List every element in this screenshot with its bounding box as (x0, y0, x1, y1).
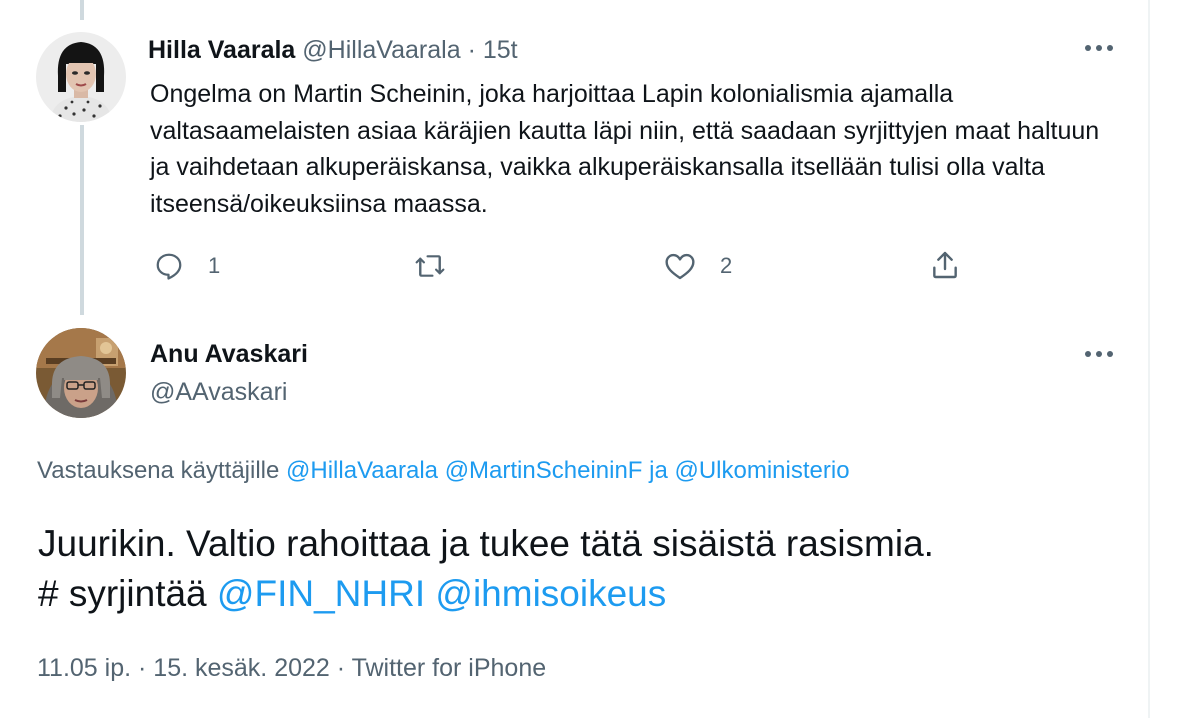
tweet-source: Twitter for iPhone (351, 654, 547, 682)
like-count: 2 (720, 253, 733, 278)
reply-button[interactable]: 1 (154, 251, 220, 281)
replying-to: Vastauksena käyttäjille @HillaVaarala @M… (37, 457, 850, 485)
separator-dot: · (467, 36, 476, 64)
display-name[interactable]: Hilla Vaarala (148, 36, 295, 64)
main-tweet-text: Juurikin. Valtio rahoittaa ja tukee tätä… (38, 519, 1138, 619)
tweet-metadata: 11.05 ip. · 15. kesäk. 2022 · Twitter fo… (37, 654, 546, 683)
reply-count: 1 (208, 253, 221, 278)
more-icon (1085, 45, 1113, 51)
thread-line-top (80, 0, 84, 20)
tweet-date[interactable]: 15. kesäk. 2022 (153, 654, 330, 682)
retweet-button[interactable] (413, 251, 471, 281)
mention-link[interactable]: @ihmisoikeus (435, 573, 666, 614)
user-handle[interactable]: @HillaVaarala (302, 36, 460, 64)
share-icon (933, 251, 957, 279)
tweet-line-2: # syrjintää @FIN_NHRI @ihmisoikeus (38, 569, 1138, 619)
thread-line-connector (80, 125, 84, 315)
mention-link[interactable]: @MartinScheininF (445, 457, 643, 484)
tweet-line: Juurikin. Valtio rahoittaa ja tukee tätä… (38, 523, 934, 564)
timeline-border (1148, 0, 1150, 718)
reply-icon (156, 253, 182, 280)
tweet-timestamp[interactable]: 11.05 ip. (37, 654, 131, 682)
more-options-button-main[interactable] (1079, 342, 1119, 366)
display-name-anu[interactable]: Anu Avaskari (150, 340, 308, 369)
tweet-header: Hilla Vaarala @HillaVaarala · 15t (148, 36, 518, 65)
meta-dot: · (336, 654, 346, 682)
retweet-icon (415, 255, 445, 277)
tweet-time[interactable]: 15t (483, 36, 518, 64)
avatar-hilla[interactable] (36, 32, 126, 122)
meta-dot: · (138, 654, 147, 682)
tweet-text: Ongelma on Martin Scheinin, joka harjoit… (150, 80, 1100, 218)
avatar-anu[interactable] (36, 328, 126, 418)
reply-and: ja (649, 457, 668, 484)
like-button[interactable]: 2 (664, 251, 732, 281)
more-icon (1085, 351, 1113, 357)
hashtag-text: # syrjintää (38, 573, 207, 614)
more-options-button[interactable] (1079, 36, 1119, 60)
mention-link[interactable]: @FIN_NHRI (217, 573, 425, 614)
share-button[interactable] (929, 249, 961, 281)
reply-prefix: Vastauksena käyttäjille (37, 457, 280, 484)
like-icon (665, 253, 695, 280)
mention-link[interactable]: @Ulkoministerio (674, 457, 849, 484)
user-handle-anu[interactable]: @AAvaskari (150, 378, 287, 407)
mention-link[interactable]: @HillaVaarala (286, 457, 438, 484)
